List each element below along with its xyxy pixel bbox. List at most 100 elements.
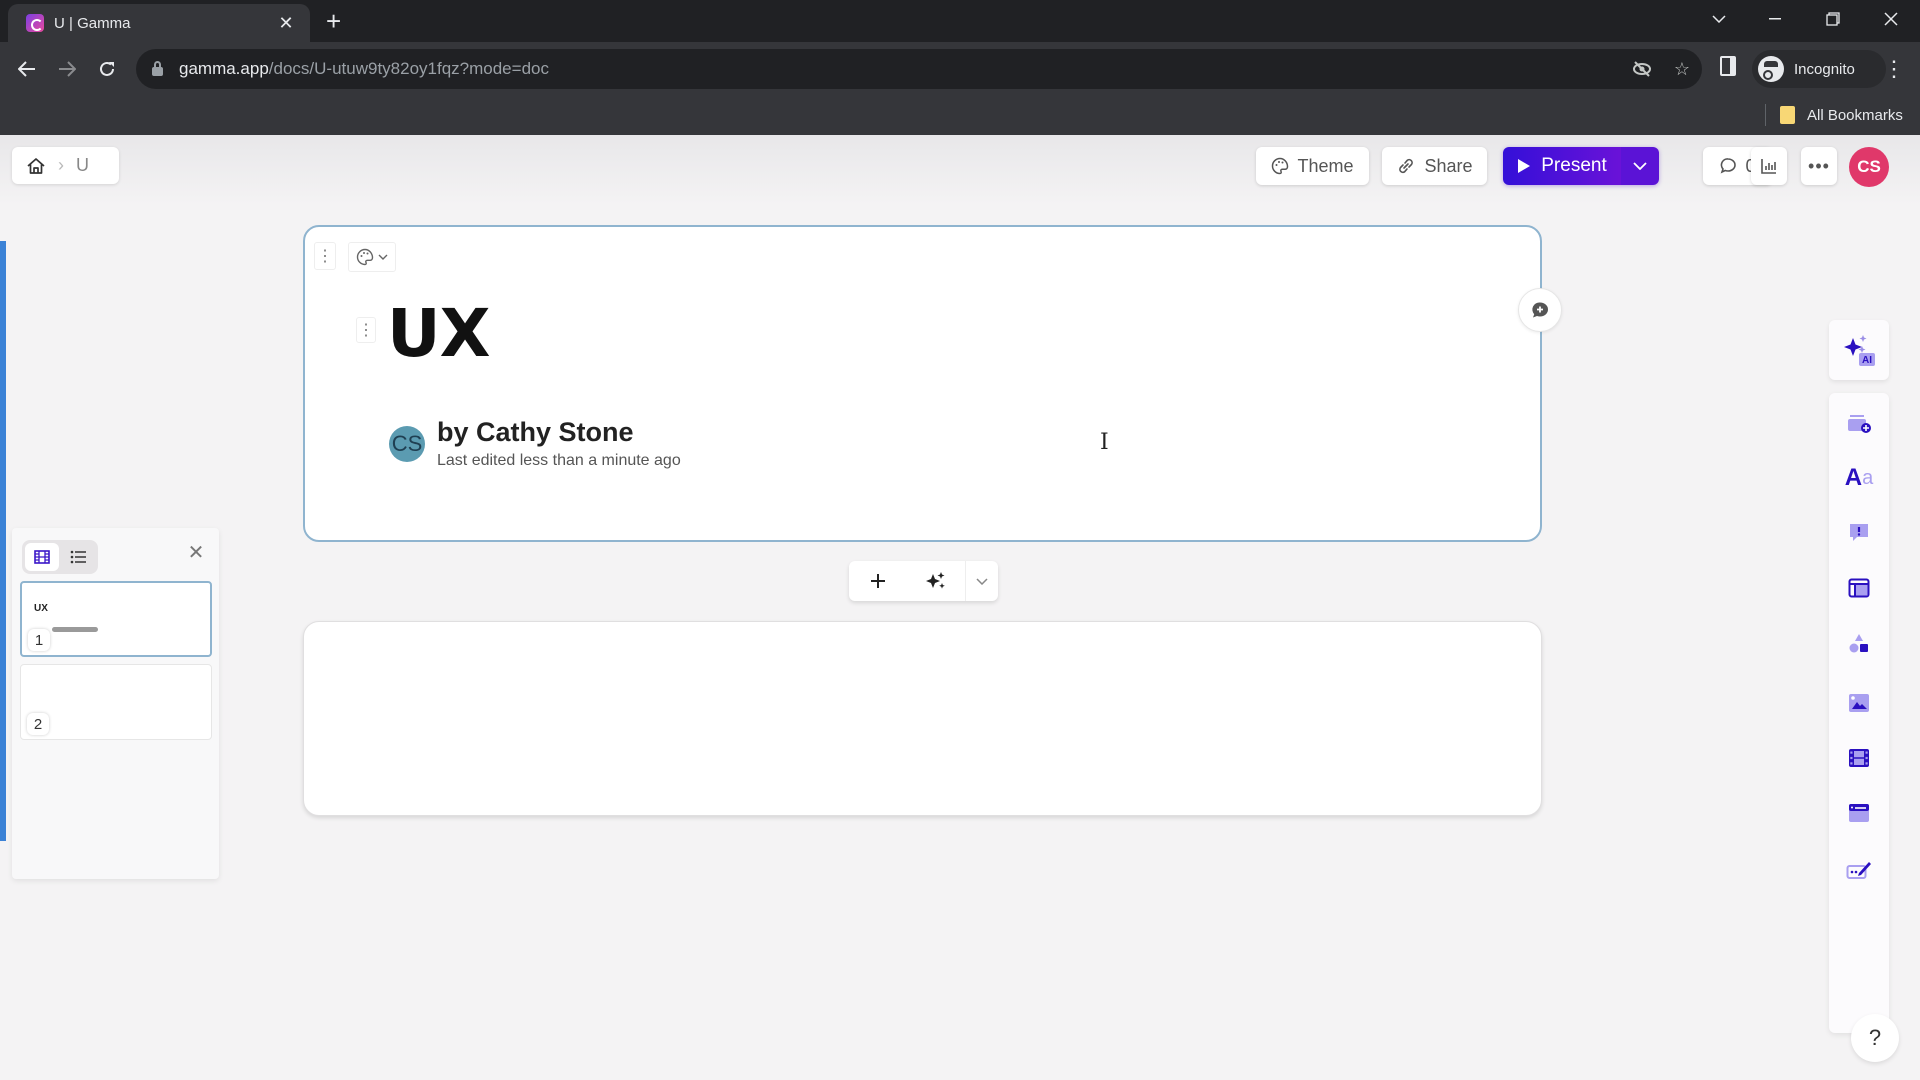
close-window-button[interactable] [1868,0,1914,38]
shapes-icon[interactable] [1829,622,1889,666]
present-options-chevron-icon[interactable] [1621,147,1659,185]
callout-icon[interactable] [1829,510,1889,554]
new-tab-button[interactable]: + [326,6,341,36]
address-bar: gamma.app/docs/U-utuw9ty82oy1fqz?mode=do… [0,42,1920,96]
author-avatar: CS [389,425,425,462]
link-icon [1399,158,1414,174]
text-styles-icon[interactable]: Aa [1829,456,1889,500]
gamma-logo-icon [26,14,44,32]
palette-icon [356,248,374,266]
thumbnail-text-placeholder [52,627,98,632]
bookmarks-bar: All Bookmarks [0,96,1920,135]
theme-button[interactable]: Theme [1256,147,1369,185]
reload-button[interactable] [90,52,124,86]
ai-assistant-button[interactable]: AI [1829,320,1889,380]
ai-generate-card-button[interactable] [907,561,965,601]
home-icon[interactable] [26,156,46,176]
more-options-button[interactable]: ••• [1801,147,1837,185]
url-path: /docs/U-utuw9ty82oy1fqz?mode=doc [268,59,549,78]
folder-icon [1780,106,1795,124]
user-avatar[interactable]: CS [1849,147,1889,187]
tab-search-icon[interactable] [1696,0,1742,38]
url-host: gamma.app [179,59,269,78]
play-icon [1518,159,1531,173]
breadcrumb-current[interactable]: U [76,155,89,176]
list-icon [70,550,86,564]
breadcrumb: › U [12,147,119,184]
all-bookmarks-label: All Bookmarks [1807,106,1903,124]
card-style-button[interactable] [348,242,396,272]
thumbnail-number: 2 [27,713,49,735]
insert-toolbar: Aa [1829,393,1889,1033]
empty-card[interactable] [303,621,1542,816]
close-panel-icon[interactable]: ✕ [184,540,208,564]
gamma-editor: › U Theme Share Present 0 ••• CS ⋮ [0,135,1920,1080]
side-panel-icon[interactable] [1720,56,1736,76]
minimize-button[interactable] [1752,0,1798,38]
url-input[interactable]: gamma.app/docs/U-utuw9ty82oy1fqz?mode=do… [136,49,1702,89]
author-name: by Cathy Stone [437,417,634,447]
thumbnail-view-button[interactable] [25,543,59,571]
text-cursor-icon: I [1100,430,1109,455]
incognito-icon [1758,56,1784,82]
image-icon[interactable] [1829,681,1889,725]
breadcrumb-chevron-icon: › [58,155,64,175]
author-block: CS by Cathy Stone Last edited less than … [389,417,681,470]
palette-icon [1272,157,1289,175]
card-thumbnail[interactable]: 2 [20,664,212,740]
present-label: Present [1541,155,1607,176]
svg-text:AI: AI [1862,355,1872,366]
bookmark-star-icon[interactable]: ☆ [1670,57,1694,81]
thumbnail-number: 1 [28,629,50,651]
layout-icon[interactable] [1829,566,1889,610]
incognito-profile-button[interactable]: Incognito [1752,50,1886,88]
forms-icon[interactable] [1829,847,1889,891]
back-button[interactable] [10,52,44,86]
card-thumbnail[interactable]: UX 1 [20,581,212,657]
tab-title: U | Gamma [54,14,131,32]
comment-icon [1721,158,1737,174]
bar-chart-icon [1761,159,1776,174]
sparkles-icon [926,572,945,589]
plus-icon [871,574,885,588]
lock-icon [152,61,163,76]
analytics-button[interactable] [1751,147,1787,185]
all-bookmarks-button[interactable]: All Bookmarks [1780,102,1903,128]
left-accent-bar [0,241,6,841]
last-edited-text: Last edited less than a minute ago [437,452,681,469]
add-card-toolbar [849,561,998,601]
browser-menu-icon[interactable]: ⋮ [1882,52,1906,86]
share-button[interactable]: Share [1382,147,1487,185]
restore-button[interactable] [1810,0,1856,38]
card-drag-handle-icon[interactable]: ⋮ [314,242,336,270]
title-card: ⋮ ⋮ UX CS by Cathy Stone Last edited les… [303,225,1542,542]
ai-sparkle-icon: AI [1844,335,1875,366]
bookmarks-divider [1765,104,1766,126]
theme-label: Theme [1297,155,1354,176]
add-card-template-icon[interactable] [1829,401,1889,445]
tab-close-icon[interactable]: ✕ [276,13,296,34]
thumbnail-title: UX [34,603,48,614]
list-view-button[interactable] [61,543,95,571]
embed-icon[interactable] [1829,791,1889,835]
present-button-group: Present [1503,147,1659,185]
tracking-protection-eye-off-icon[interactable] [1630,57,1654,81]
chevron-down-icon [378,254,388,260]
video-icon[interactable] [1829,736,1889,780]
add-card-button[interactable] [849,561,907,601]
present-button[interactable]: Present [1503,147,1621,185]
browser-tab-bar: U | Gamma ✕ + [0,0,1920,42]
document-title[interactable]: UX [387,295,490,372]
comment-plus-icon [1532,302,1548,318]
add-card-options-chevron-icon[interactable] [965,561,998,601]
ellipsis-icon: ••• [1808,155,1830,176]
card-navigation-panel: ✕ UX 1 2 [12,528,219,879]
browser-tab[interactable]: U | Gamma ✕ [8,4,310,42]
add-comment-button[interactable] [1518,288,1562,332]
forward-button[interactable] [50,52,84,86]
block-drag-handle-icon[interactable]: ⋮ [356,317,376,343]
share-label: Share [1424,155,1473,176]
help-button[interactable]: ? [1851,1014,1899,1062]
profile-label: Incognito [1794,60,1855,78]
view-toggle [22,540,98,574]
